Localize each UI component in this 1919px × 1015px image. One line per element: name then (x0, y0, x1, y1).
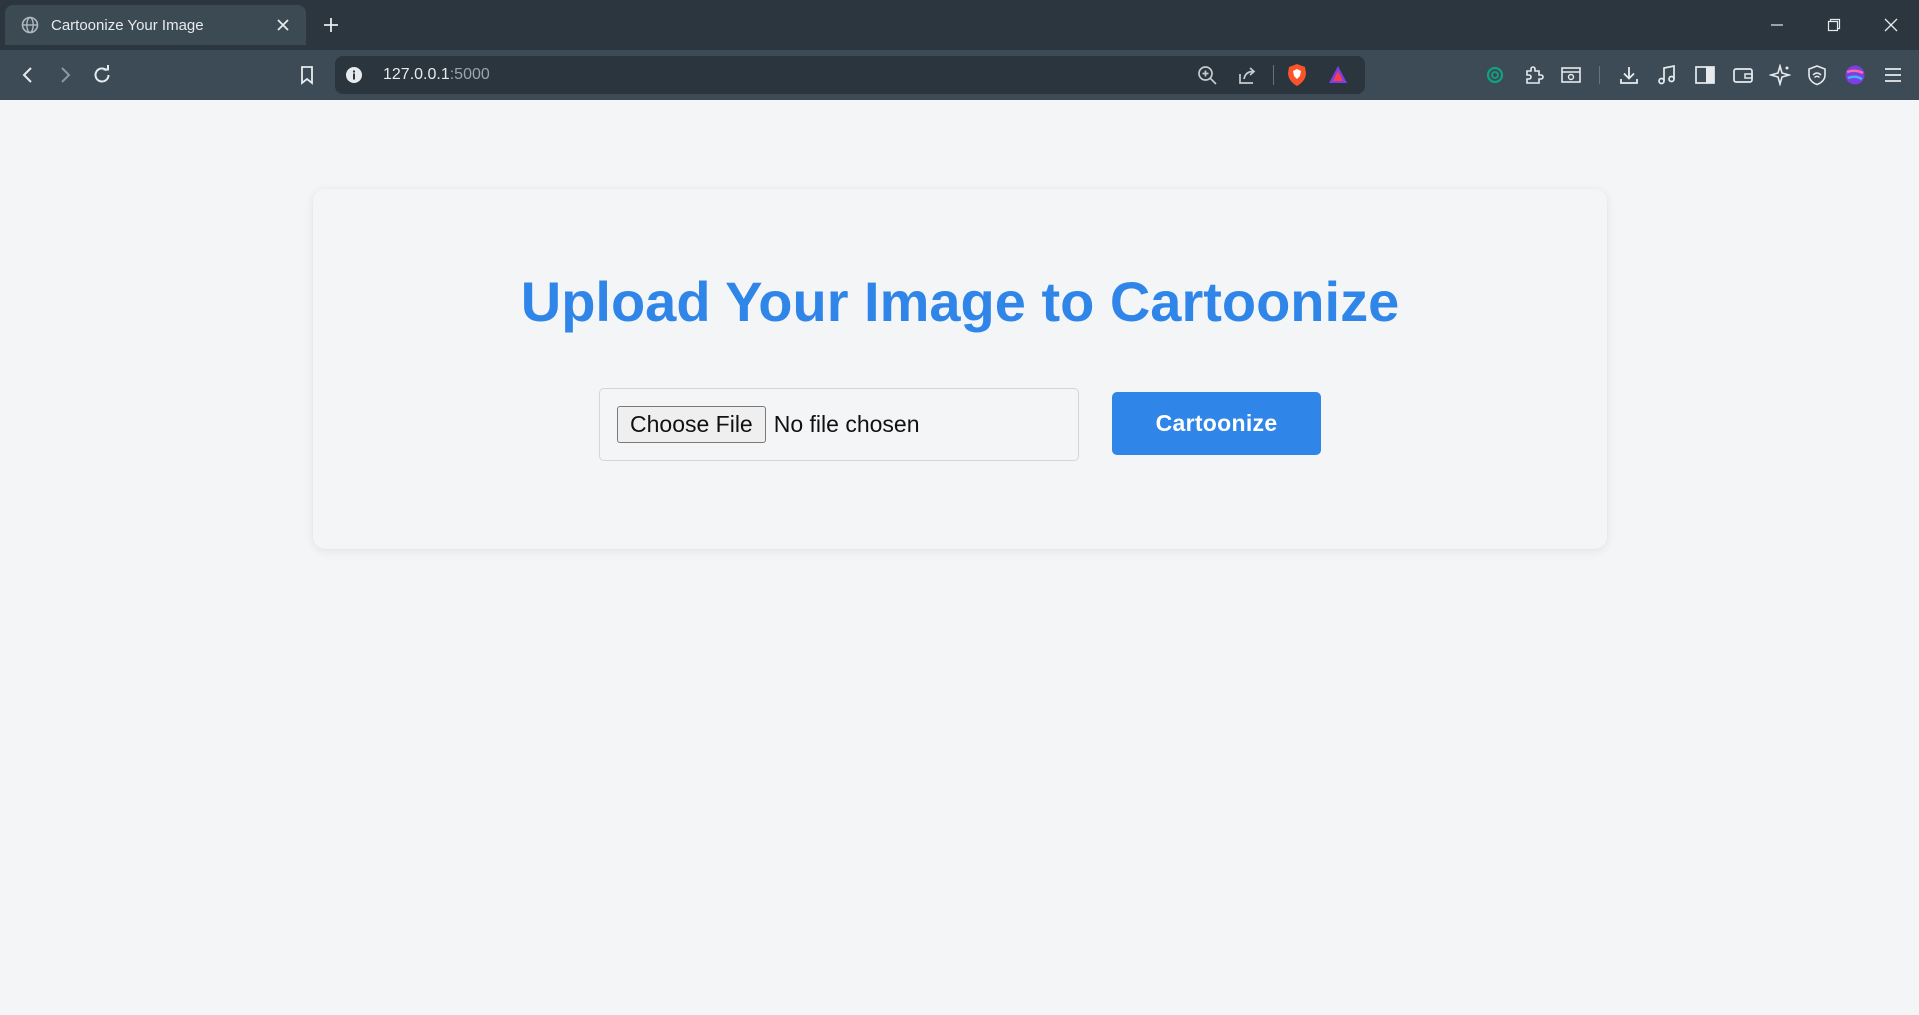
reader-mode-icon[interactable] (1556, 60, 1586, 90)
download-icon[interactable] (1614, 60, 1644, 90)
brave-rewards-icon[interactable] (1326, 63, 1350, 87)
globe-icon (21, 16, 39, 34)
url-text: 127.0.0.1:5000 (383, 66, 490, 84)
leo-ai-icon[interactable] (1765, 60, 1795, 90)
browser-tab[interactable]: Cartoonize Your Image (5, 5, 306, 45)
wallet-icon[interactable] (1728, 60, 1758, 90)
page-title: Upload Your Image to Cartoonize (520, 270, 1400, 333)
menu-hamburger-icon[interactable] (1878, 60, 1908, 90)
url-host: 127.0.0.1 (383, 66, 450, 83)
bookmark-icon[interactable] (292, 60, 322, 90)
profile-avatar-icon[interactable] (1840, 60, 1870, 90)
reload-icon[interactable] (87, 60, 117, 90)
back-icon[interactable] (13, 60, 43, 90)
toolbar-divider (1599, 66, 1600, 84)
restore-icon[interactable] (1819, 10, 1849, 40)
file-status-text: No file chosen (773, 411, 920, 437)
vpn-shield-icon[interactable] (1802, 60, 1832, 90)
share-icon[interactable] (1235, 63, 1259, 87)
upload-card: Upload Your Image to Cartoonize Choose F… (313, 189, 1607, 549)
sidebar-toggle-icon[interactable] (1690, 60, 1720, 90)
extensions-puzzle-icon[interactable] (1519, 60, 1549, 90)
minimize-icon[interactable] (1762, 10, 1792, 40)
new-tab-button[interactable] (318, 12, 344, 38)
omnibox-divider (1273, 65, 1274, 85)
close-tab-icon[interactable] (272, 14, 294, 36)
forward-icon[interactable] (50, 60, 80, 90)
tab-title: Cartoonize Your Image (51, 16, 204, 34)
media-music-icon[interactable] (1652, 60, 1682, 90)
address-bar[interactable]: 127.0.0.1:5000 (335, 56, 1365, 94)
chatgpt-extension-icon[interactable] (1480, 60, 1510, 90)
choose-file-button[interactable]: Choose File (617, 406, 766, 443)
brave-shields-icon[interactable] (1285, 63, 1309, 87)
browser-toolbar: 127.0.0.1:5000 (0, 50, 1919, 100)
tab-strip: Cartoonize Your Image (0, 0, 1919, 50)
cartoonize-button[interactable]: Cartoonize (1112, 392, 1321, 455)
close-window-icon[interactable] (1876, 10, 1906, 40)
site-info-icon[interactable] (345, 66, 363, 84)
zoom-icon[interactable] (1195, 63, 1219, 87)
url-port: :5000 (449, 66, 490, 83)
file-input[interactable]: Choose File No file chosen (599, 388, 1079, 461)
